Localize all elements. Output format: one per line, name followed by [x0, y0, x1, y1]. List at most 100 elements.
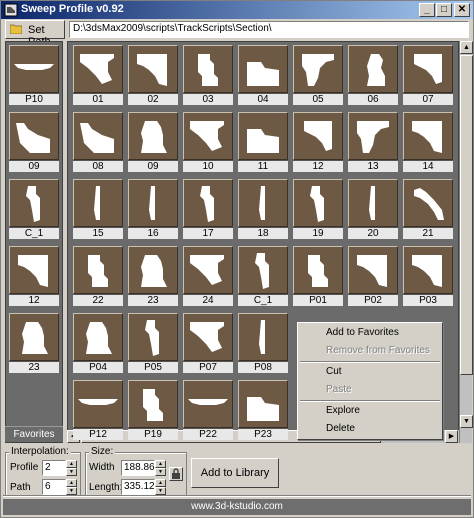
length-spinner-buttons[interactable]: ▲ ▼	[155, 479, 166, 495]
title-bar[interactable]: Sweep Profile v0.92 _ □ ✕	[1, 1, 473, 19]
profile-tile[interactable]: 21	[403, 179, 453, 241]
profile-tile[interactable]: P19	[128, 380, 178, 442]
scroll-right-arrow[interactable]: ▶	[445, 430, 458, 443]
path-field[interactable]: D:\3dsMax2009\scripts\TrackScripts\Secti…	[69, 21, 469, 38]
profile-spinner[interactable]: 2	[42, 460, 66, 476]
profile-tile[interactable]: 03	[183, 45, 233, 107]
profile-tile[interactable]: 20	[348, 179, 398, 241]
close-button[interactable]: ✕	[454, 3, 470, 17]
profile-thumbnail[interactable]	[403, 45, 453, 93]
profile-tile[interactable]: P12	[73, 380, 123, 442]
profile-tile[interactable]: P08	[238, 313, 288, 375]
lock-button[interactable]	[169, 467, 183, 481]
profile-thumbnail[interactable]	[183, 246, 233, 294]
profile-thumbnail[interactable]	[73, 380, 123, 428]
scroll-up-arrow[interactable]: ▲	[460, 41, 473, 54]
profile-tile[interactable]: 16	[128, 179, 178, 241]
profile-tile[interactable]: 22	[73, 246, 123, 308]
profile-tile[interactable]: P01	[293, 246, 343, 308]
profile-thumbnail[interactable]	[238, 45, 288, 93]
profile-tile[interactable]: 04	[238, 45, 288, 107]
profile-tile[interactable]: P05	[128, 313, 178, 375]
profile-tile[interactable]: 14	[403, 112, 453, 174]
profile-tile[interactable]: 09	[9, 112, 59, 174]
width-spinner[interactable]: 188.86	[121, 460, 155, 476]
profile-thumbnail[interactable]	[9, 313, 59, 361]
profile-thumbnail[interactable]	[348, 179, 398, 227]
profile-thumbnail[interactable]	[128, 45, 178, 93]
scroll-down-arrow[interactable]: ▼	[460, 415, 473, 428]
profile-tile[interactable]: P03	[403, 246, 453, 308]
profile-tile[interactable]: 09	[128, 112, 178, 174]
profile-thumbnail[interactable]	[238, 179, 288, 227]
profile-thumbnail[interactable]	[293, 246, 343, 294]
profile-thumbnail[interactable]	[403, 112, 453, 160]
profile-thumbnail[interactable]	[348, 45, 398, 93]
profile-tile[interactable]: 05	[293, 45, 343, 107]
favorites-tab[interactable]: Favorites	[5, 426, 63, 442]
profile-thumbnail[interactable]	[9, 246, 59, 294]
profile-tile[interactable]: 11	[238, 112, 288, 174]
profile-tile[interactable]: 01	[73, 45, 123, 107]
profile-tile[interactable]: C_1	[238, 246, 288, 308]
profile-tile[interactable]: P23	[238, 380, 288, 442]
profile-thumbnail[interactable]	[128, 313, 178, 361]
profile-thumbnail[interactable]	[238, 246, 288, 294]
profile-spinner-buttons[interactable]: ▲ ▼	[66, 460, 77, 476]
menu-remove-from-favorites[interactable]: Remove from Favorites	[300, 343, 440, 359]
profile-tile[interactable]: P04	[73, 313, 123, 375]
profile-thumbnail[interactable]	[238, 313, 288, 361]
profile-thumbnail[interactable]	[128, 246, 178, 294]
profile-thumbnail[interactable]	[128, 380, 178, 428]
minimize-button[interactable]: _	[419, 3, 435, 17]
profile-thumbnail[interactable]	[183, 45, 233, 93]
menu-delete[interactable]: Delete	[300, 421, 440, 437]
menu-explore[interactable]: Explore	[300, 403, 440, 419]
profile-thumbnail[interactable]	[348, 112, 398, 160]
profile-thumbnail[interactable]	[293, 112, 343, 160]
footer-url[interactable]: www.3d-kstudio.com	[191, 501, 283, 512]
profile-thumbnail[interactable]	[73, 246, 123, 294]
profile-tile[interactable]: 13	[348, 112, 398, 174]
length-spinner[interactable]: 335.12	[121, 479, 155, 495]
profile-tile[interactable]: 08	[73, 112, 123, 174]
profile-tile[interactable]: 17	[183, 179, 233, 241]
profile-thumbnail[interactable]	[238, 380, 288, 428]
profile-thumbnail[interactable]	[238, 112, 288, 160]
profile-tile[interactable]: P22	[183, 380, 233, 442]
profile-tile[interactable]: 12	[9, 246, 59, 308]
profile-tile[interactable]: 10	[183, 112, 233, 174]
path-spinner[interactable]: 6	[42, 479, 66, 495]
profile-thumbnail[interactable]	[183, 112, 233, 160]
profile-tile[interactable]: 02	[128, 45, 178, 107]
maximize-button[interactable]: □	[436, 3, 452, 17]
profile-tile[interactable]: P10	[9, 45, 59, 107]
profile-tile[interactable]: 06	[348, 45, 398, 107]
profile-thumbnail[interactable]	[9, 179, 59, 227]
profile-thumbnail[interactable]	[403, 246, 453, 294]
profile-thumbnail[interactable]	[128, 112, 178, 160]
profile-thumbnail[interactable]	[183, 179, 233, 227]
profile-thumbnail[interactable]	[183, 380, 233, 428]
scroll-thumb[interactable]	[460, 55, 473, 375]
add-to-library-button[interactable]: Add to Library	[191, 458, 279, 488]
profile-thumbnail[interactable]	[73, 313, 123, 361]
profile-tile[interactable]: 23	[128, 246, 178, 308]
profile-thumbnail[interactable]	[73, 179, 123, 227]
profile-tile[interactable]: 12	[293, 112, 343, 174]
profile-tile[interactable]: 19	[293, 179, 343, 241]
menu-paste[interactable]: Paste	[300, 382, 440, 398]
profile-thumbnail[interactable]	[128, 179, 178, 227]
profile-tile[interactable]: 15	[73, 179, 123, 241]
profile-thumbnail[interactable]	[293, 179, 343, 227]
profile-tile[interactable]: C_1	[9, 179, 59, 241]
profile-tile[interactable]: 07	[403, 45, 453, 107]
profile-thumbnail[interactable]	[73, 45, 123, 93]
profile-tile[interactable]: 24	[183, 246, 233, 308]
profile-tile[interactable]: 23	[9, 313, 59, 375]
set-path-button[interactable]: Set Path	[5, 20, 65, 48]
profile-tile[interactable]: P07	[183, 313, 233, 375]
profile-thumbnail[interactable]	[293, 45, 343, 93]
width-spinner-buttons[interactable]: ▲ ▼	[155, 460, 166, 476]
menu-add-to-favorites[interactable]: Add to Favorites	[300, 325, 440, 341]
